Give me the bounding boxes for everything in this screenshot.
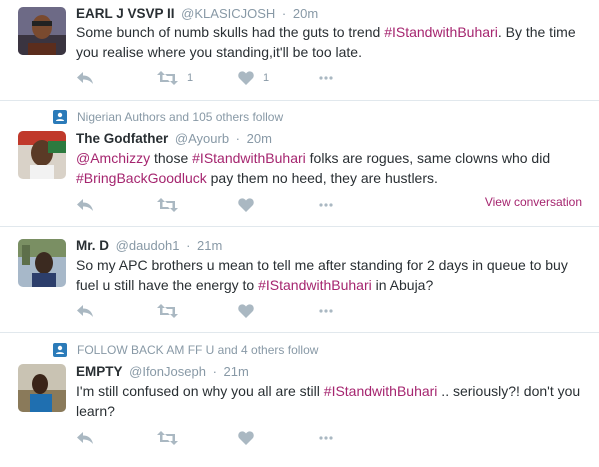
tweet-text-segment: those	[150, 150, 193, 166]
reply-button[interactable]	[76, 431, 157, 445]
more-icon	[319, 436, 333, 440]
person-badge-icon	[53, 110, 67, 124]
display-name[interactable]: EARL J VSVP II	[76, 6, 175, 21]
reply-button[interactable]	[76, 198, 157, 212]
tweet[interactable]: Nigerian Authors and 105 others follow T…	[0, 101, 599, 227]
view-conversation-link[interactable]: View conversation	[485, 195, 582, 209]
retweet-icon	[157, 198, 178, 212]
more-icon	[319, 203, 333, 207]
like-button[interactable]: 1	[238, 71, 319, 85]
timestamp[interactable]: 20m	[247, 131, 272, 146]
tweet-header: Mr. D @daudoh1 · 21m	[76, 238, 222, 253]
timestamp[interactable]: 21m	[224, 364, 249, 379]
username[interactable]: @KLASICJOSH	[181, 6, 275, 21]
heart-icon	[238, 304, 254, 318]
tweet[interactable]: Mr. D @daudoh1 · 21m So my APC brothers …	[0, 227, 599, 333]
heart-icon	[238, 71, 254, 85]
like-count: 1	[263, 72, 270, 84]
tweet-header: The Godfather @Ayourb · 20m	[76, 131, 272, 146]
separator-dot: ·	[212, 364, 217, 379]
hashtag-link[interactable]: #IStandwithBuhari	[192, 150, 306, 166]
separator-dot: ·	[281, 6, 287, 21]
username[interactable]: @daudoh1	[116, 238, 180, 253]
tweet[interactable]: FOLLOW BACK AM FF U and 4 others follow …	[0, 333, 599, 467]
tweet-text: @Amchizzy those #IStandwithBuhari folks …	[76, 148, 586, 188]
timestamp[interactable]: 20m	[293, 6, 318, 21]
social-context-text: Nigerian Authors and 105 others follow	[77, 110, 284, 124]
heart-icon	[238, 198, 254, 212]
tweet-actions: 1 1	[76, 71, 333, 85]
retweet-button[interactable]	[157, 304, 238, 318]
tweet-actions	[76, 198, 333, 212]
reply-button[interactable]	[76, 304, 157, 318]
display-name[interactable]: EMPTY	[76, 364, 123, 379]
tweet-actions	[76, 431, 333, 445]
mention-link[interactable]: @Amchizzy	[76, 150, 150, 166]
tweet-text-segment: folks are rogues, same clowns who did	[305, 150, 551, 166]
retweet-button[interactable]	[157, 198, 238, 212]
display-name[interactable]: Mr. D	[76, 238, 109, 253]
tweet-text: So my APC brothers u mean to tell me aft…	[76, 255, 586, 295]
hashtag-link[interactable]: #IStandwithBuhari	[258, 277, 372, 293]
separator-dot: ·	[186, 238, 191, 253]
more-icon	[319, 76, 333, 80]
social-context[interactable]: FOLLOW BACK AM FF U and 4 others follow	[53, 343, 318, 357]
more-button[interactable]	[319, 309, 333, 313]
like-button[interactable]	[238, 431, 319, 445]
more-icon	[319, 309, 333, 313]
tweet-text: Some bunch of numb skulls had the guts t…	[76, 22, 586, 62]
reply-icon	[77, 432, 93, 444]
hashtag-link[interactable]: #BringBackGoodluck	[76, 170, 207, 186]
heart-icon	[238, 431, 254, 445]
reply-button[interactable]	[76, 71, 157, 85]
tweet-header: EARL J VSVP II @KLASICJOSH · 20m	[76, 6, 318, 21]
hashtag-link[interactable]: #IStandwithBuhari	[324, 383, 438, 399]
social-context[interactable]: Nigerian Authors and 105 others follow	[53, 110, 283, 124]
tweet-actions	[76, 304, 333, 318]
avatar[interactable]	[18, 364, 66, 412]
display-name[interactable]: The Godfather	[76, 131, 168, 146]
tweet-text-segment: I'm still confused on why you all are st…	[76, 383, 324, 399]
more-button[interactable]	[319, 203, 333, 207]
like-button[interactable]	[238, 304, 319, 318]
retweet-button[interactable]	[157, 431, 238, 445]
more-button[interactable]	[319, 76, 333, 80]
tweet-header: EMPTY @IfonJoseph · 21m	[76, 364, 249, 379]
tweet-text: I'm still confused on why you all are st…	[76, 381, 596, 421]
person-badge-icon	[53, 343, 67, 357]
social-context-text: FOLLOW BACK AM FF U and 4 others follow	[77, 343, 319, 357]
like-button[interactable]	[238, 198, 319, 212]
more-button[interactable]	[319, 436, 333, 440]
retweet-icon	[157, 431, 178, 445]
retweet-button[interactable]: 1	[157, 71, 238, 85]
avatar[interactable]	[18, 239, 66, 287]
reply-icon	[77, 199, 93, 211]
reply-icon	[77, 305, 93, 317]
separator-dot: ·	[235, 131, 241, 146]
username[interactable]: @Ayourb	[175, 131, 229, 146]
tweet-text-segment: in Abuja?	[371, 277, 434, 293]
tweet-text-segment: Some bunch of numb skulls had the guts t…	[76, 24, 385, 40]
timestamp[interactable]: 21m	[197, 238, 222, 253]
retweet-icon	[157, 71, 178, 85]
avatar[interactable]	[18, 7, 66, 55]
tweet-feed: EARL J VSVP II @KLASICJOSH · 20m Some bu…	[0, 0, 599, 467]
reply-icon	[77, 72, 93, 84]
avatar[interactable]	[18, 131, 66, 179]
hashtag-link[interactable]: #IStandwithBuhari	[384, 24, 498, 40]
tweet-text-segment: pay them no heed, they are hustlers.	[206, 170, 438, 186]
retweet-count: 1	[187, 72, 194, 84]
retweet-icon	[157, 304, 178, 318]
username[interactable]: @IfonJoseph	[129, 364, 206, 379]
tweet[interactable]: EARL J VSVP II @KLASICJOSH · 20m Some bu…	[0, 0, 599, 101]
